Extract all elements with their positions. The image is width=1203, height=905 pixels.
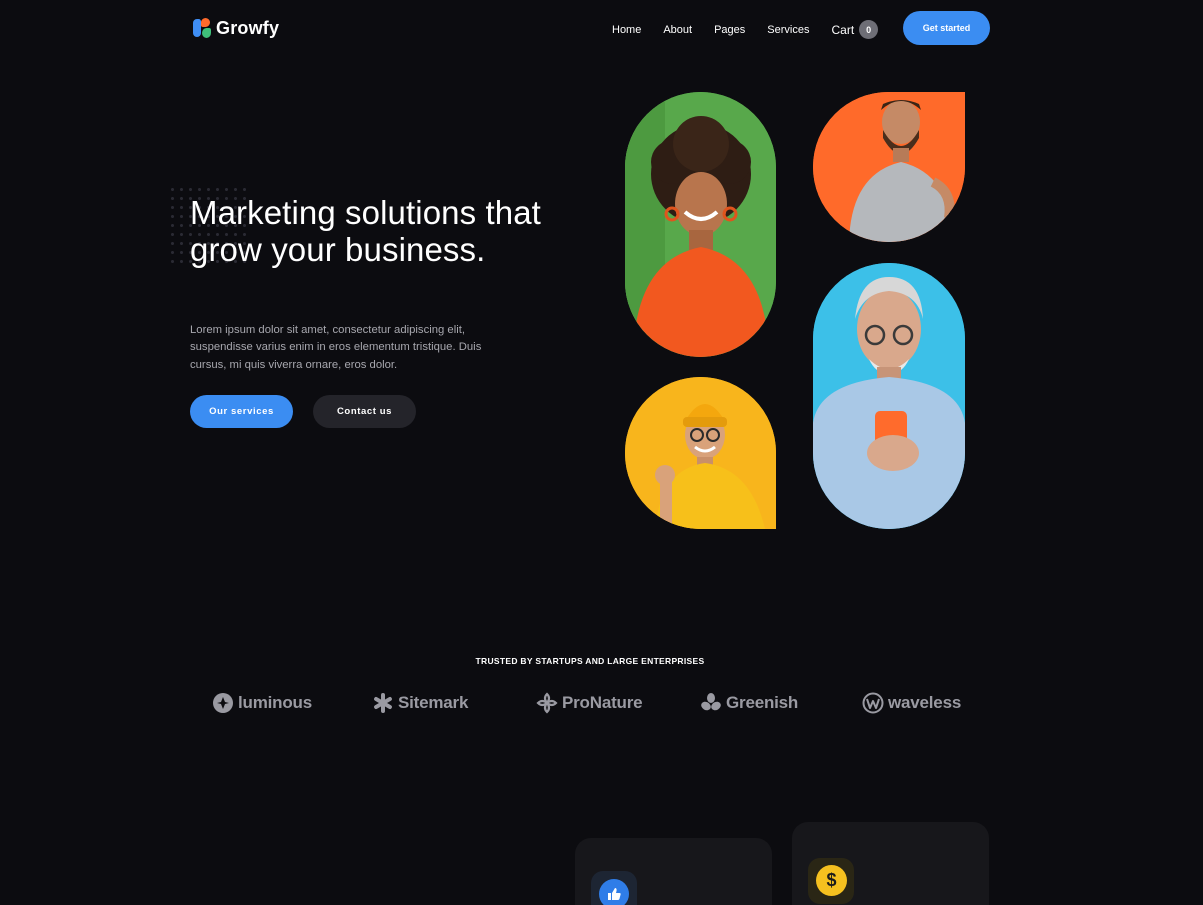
nav-link-about[interactable]: About — [663, 24, 692, 36]
brand-greenish: Greenish — [700, 692, 798, 714]
cart-link[interactable]: Cart 0 — [831, 20, 879, 39]
photo-man-yellow-beanie — [625, 377, 776, 529]
logo-text: Growfy — [216, 17, 280, 38]
brand-luminous-label: luminous — [238, 693, 312, 712]
cart-label: Cart — [831, 22, 855, 37]
brand-greenish-label: Greenish — [726, 693, 799, 712]
hero-title: Marketing solutions that grow your busin… — [190, 194, 541, 268]
photo-man-grey-shirt — [813, 92, 965, 242]
logo[interactable]: Growfy — [192, 17, 279, 39]
cart-count-badge: 0 — [859, 20, 879, 39]
feature-card-likes — [575, 838, 772, 905]
brand-pronature-label: ProNature — [562, 693, 643, 712]
brand-waveless-label: waveless — [888, 693, 962, 712]
photo-woman-orange-shirt — [625, 92, 776, 357]
brand-sitemark-label: Sitemark — [398, 693, 469, 712]
contact-us-button[interactable]: Contact us — [313, 395, 416, 428]
get-started-button[interactable]: Get started — [903, 11, 990, 45]
brand-waveless: waveless — [862, 692, 961, 714]
thumbs-up-icon — [599, 879, 629, 905]
nav-link-pages[interactable]: Pages — [714, 24, 745, 36]
nav-links: Home About Pages Services Cart 0 — [612, 20, 879, 39]
luminous-icon — [213, 693, 233, 713]
card-icon-frame: $ — [808, 858, 854, 904]
card-icon-frame — [591, 871, 637, 905]
waveless-icon — [862, 692, 884, 714]
brand-pronature: ProNature — [536, 692, 643, 714]
dollar-icon: $ — [816, 865, 847, 896]
hero-description: Lorem ipsum dolor sit amet, consectetur … — [190, 324, 482, 371]
nav-link-home[interactable]: Home — [612, 24, 641, 36]
nav-link-services[interactable]: Services — [767, 24, 809, 36]
growfy-logo-icon — [192, 17, 212, 39]
brand-luminous: luminous — [212, 692, 312, 714]
photo-older-man-phone — [813, 263, 965, 529]
brand-sitemark: Sitemark — [372, 692, 468, 714]
our-services-button[interactable]: Our services — [190, 395, 293, 428]
trusted-by-heading: TRUSTED BY STARTUPS AND LARGE ENTERPRISE… — [475, 656, 705, 666]
navbar: Growfy Home About Pages Services Cart 0 … — [192, 10, 990, 46]
brand-logos: luminous Sitemark ProNature Greenish wav… — [212, 692, 972, 722]
greenish-icon — [701, 693, 721, 711]
feature-card-revenue: $ — [792, 822, 989, 905]
pronature-icon — [536, 692, 558, 714]
sitemark-icon — [374, 693, 392, 713]
